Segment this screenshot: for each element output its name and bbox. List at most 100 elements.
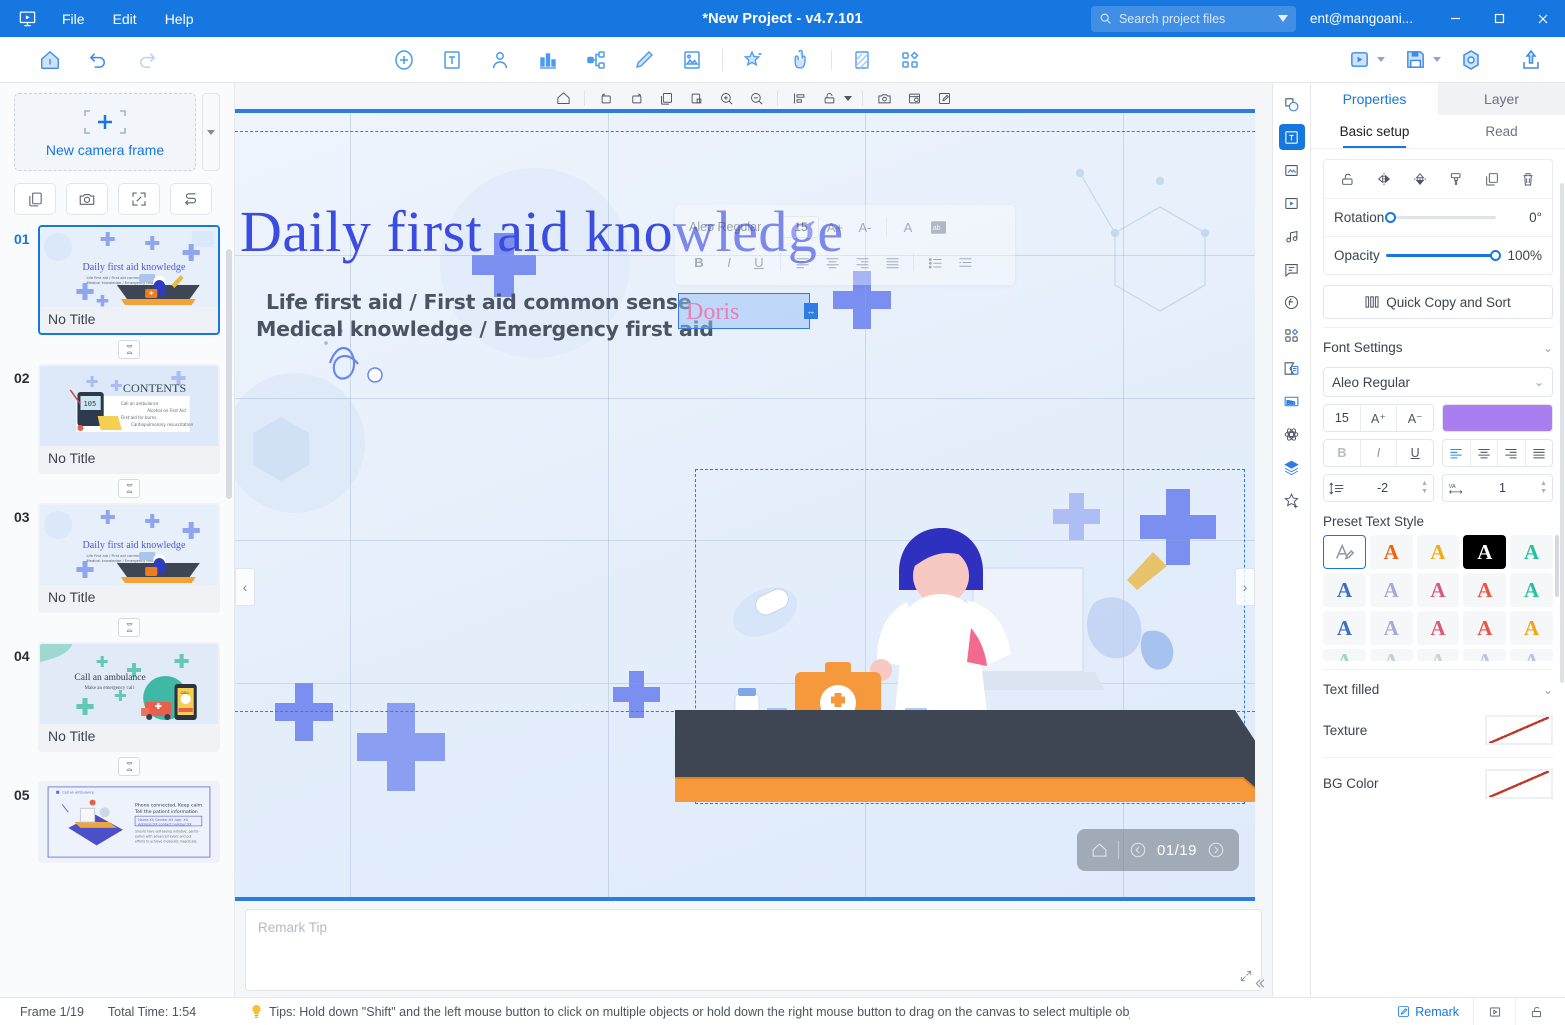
preset-style-2[interactable]: A: [1416, 535, 1460, 569]
subtitle-icon[interactable]: [1279, 256, 1305, 282]
unlock-icon[interactable]: [1334, 166, 1362, 192]
align-justify-button[interactable]: [1524, 440, 1553, 466]
opacity-slider[interactable]: [1385, 250, 1501, 261]
preset-style-7[interactable]: A: [1416, 573, 1460, 607]
lock-dropdown-icon[interactable]: [844, 95, 852, 101]
italic-button[interactable]: I: [1359, 440, 1397, 466]
remark-input[interactable]: Remark Tip: [245, 909, 1262, 991]
float-highlight-icon[interactable]: ab: [924, 215, 952, 239]
tab-layer[interactable]: Layer: [1438, 83, 1565, 115]
character-icon[interactable]: [476, 37, 524, 83]
preset-style-16[interactable]: A: [1369, 649, 1413, 661]
float-bullet-list-icon[interactable]: [921, 250, 949, 274]
preset-style-11[interactable]: A: [1369, 611, 1413, 645]
frame-view-icon[interactable]: [1473, 997, 1515, 1025]
tab-properties[interactable]: Properties: [1311, 83, 1438, 115]
slide-card-03[interactable]: Daily first aid knowledge Life first aid…: [38, 503, 220, 613]
menu-file[interactable]: File: [50, 6, 97, 32]
rotate-left-icon[interactable]: [591, 87, 621, 109]
align-icon[interactable]: [784, 87, 814, 109]
list-item[interactable]: 03 Daily first aid knowledge Life first …: [14, 503, 220, 613]
zoom-in-icon[interactable]: [711, 87, 741, 109]
float-align-left-icon[interactable]: [788, 250, 816, 274]
panel-scrollbar[interactable]: [1560, 183, 1564, 683]
edit-icon[interactable]: [929, 87, 959, 109]
decrease-font-size-button[interactable]: A⁻: [1396, 405, 1433, 431]
search-dropdown-icon[interactable]: [1277, 15, 1288, 22]
pen-icon[interactable]: [620, 37, 668, 83]
float-align-right-icon[interactable]: [848, 250, 876, 274]
image-icon[interactable]: [1279, 157, 1305, 183]
preset-style-10[interactable]: A: [1323, 611, 1366, 645]
new-camera-frame-button[interactable]: New camera frame: [14, 93, 196, 171]
bg-color-none-swatch[interactable]: [1485, 768, 1553, 799]
slides-scrollbar[interactable]: [226, 249, 232, 499]
preset-style-13[interactable]: A: [1463, 611, 1507, 645]
save-button[interactable]: [1391, 37, 1439, 83]
effect-icon[interactable]: [729, 37, 777, 83]
float-font-color-icon[interactable]: A: [894, 215, 922, 239]
list-item[interactable]: 05 Call an ambulance Phone connected, Ke…: [14, 781, 220, 863]
preset-style-8[interactable]: A: [1463, 573, 1507, 607]
preset-style-5[interactable]: A: [1323, 573, 1366, 607]
letter-spacing-stepper[interactable]: VA 1 ▲ ▼: [1442, 474, 1553, 502]
preset-style-6[interactable]: A: [1369, 573, 1413, 607]
hand-icon[interactable]: [777, 37, 825, 83]
preset-style-17[interactable]: A: [1416, 649, 1460, 661]
float-increase-font-icon[interactable]: A+: [821, 215, 849, 239]
canvas-next-arrow[interactable]: ›: [1235, 568, 1255, 606]
underline-button[interactable]: U: [1396, 440, 1433, 466]
add-icon[interactable]: [380, 37, 428, 83]
float-font-size[interactable]: 15: [783, 216, 819, 238]
font-color-swatch[interactable]: [1442, 404, 1553, 432]
page-navigation[interactable]: 01/19: [1076, 829, 1239, 871]
particle-icon[interactable]: [1279, 421, 1305, 447]
float-align-justify-icon[interactable]: [878, 250, 906, 274]
slides-list[interactable]: 01 Daily first aid knowledge Life first …: [0, 225, 234, 997]
slide-card-02[interactable]: CONTENTS Call an ambulance Alcohol on Fi…: [38, 364, 220, 474]
preset-style-9[interactable]: A: [1510, 573, 1553, 607]
slide-card-01[interactable]: Daily first aid knowledge Life first aid…: [38, 225, 220, 335]
preset-scrollbar[interactable]: [1555, 535, 1559, 597]
preview-dropdown-icon[interactable]: [1377, 57, 1385, 62]
letter-spacing-arrows[interactable]: ▲ ▼: [1540, 480, 1547, 495]
letter-spacing-value[interactable]: 1: [1469, 481, 1536, 495]
undo-icon[interactable]: [74, 37, 122, 83]
search-project-files[interactable]: Search project files: [1090, 5, 1296, 32]
slide-canvas[interactable]: Daily first aid knowledge Life first aid…: [235, 109, 1255, 901]
preset-style-12[interactable]: A: [1416, 611, 1460, 645]
subtitle-line-2[interactable]: Medical knowledge / Emergency first aid: [256, 317, 714, 341]
canvas-prev-arrow[interactable]: ‹: [235, 568, 255, 606]
line-height-value[interactable]: -2: [1348, 481, 1417, 495]
increase-font-size-button[interactable]: A⁺: [1359, 405, 1397, 431]
timeline-icon[interactable]: [899, 87, 929, 109]
home-icon[interactable]: [1091, 842, 1108, 859]
home-icon[interactable]: [26, 37, 74, 83]
window-maximize-button[interactable]: [1477, 0, 1521, 37]
collapse-panel-button[interactable]: [1246, 971, 1272, 995]
quick-copy-and-sort-button[interactable]: Quick Copy and Sort: [1323, 285, 1553, 319]
float-align-center-icon[interactable]: [818, 250, 846, 274]
list-item[interactable]: 02 CONTENTS Call an ambulance Alcohol on…: [14, 364, 220, 474]
lock-icon[interactable]: [814, 87, 844, 109]
prev-page-button[interactable]: [1129, 841, 1147, 859]
chart-icon[interactable]: [524, 37, 572, 83]
line-height-stepper[interactable]: -2 ▲ ▼: [1323, 474, 1434, 502]
lock-canvas-icon[interactable]: [1515, 997, 1557, 1025]
duplicate-icon[interactable]: [1478, 166, 1506, 192]
home-icon[interactable]: [548, 87, 578, 109]
redo-icon[interactable]: [122, 37, 170, 83]
opacity-value[interactable]: 100%: [1502, 248, 1542, 263]
font-family-select[interactable]: Aleo Regular ⌄: [1323, 367, 1553, 397]
float-indent-icon[interactable]: [951, 250, 979, 274]
preset-style-3[interactable]: A: [1463, 535, 1507, 569]
video-icon[interactable]: [1279, 190, 1305, 216]
slide-card-04[interactable]: Call an ambulance Make an emergency call: [38, 642, 220, 752]
slide-gap-timing[interactable]: [14, 474, 220, 503]
account-label[interactable]: ent@mangoani...: [1310, 11, 1413, 26]
copy-frame-icon[interactable]: [14, 183, 56, 215]
preset-style-18[interactable]: A: [1463, 649, 1507, 661]
camera-frame-dropdown[interactable]: [202, 93, 220, 171]
line-height-arrows[interactable]: ▲ ▼: [1421, 480, 1428, 495]
settings-icon[interactable]: [1447, 37, 1495, 83]
